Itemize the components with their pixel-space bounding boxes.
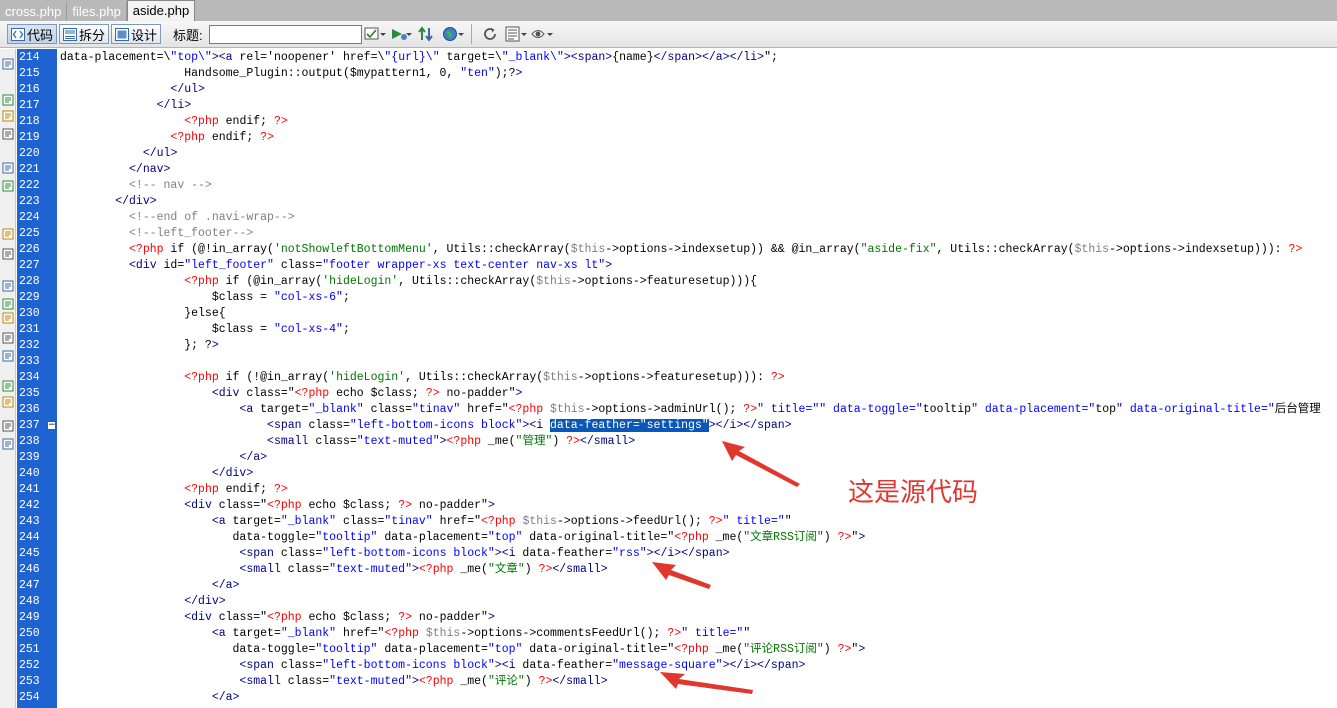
annotation-text: 这是源代码 [848, 478, 979, 508]
annotation-arrows [652, 441, 800, 694]
annotation-arrow [660, 672, 753, 694]
annotation-arrow [652, 562, 711, 589]
annotation-arrow [722, 441, 800, 487]
